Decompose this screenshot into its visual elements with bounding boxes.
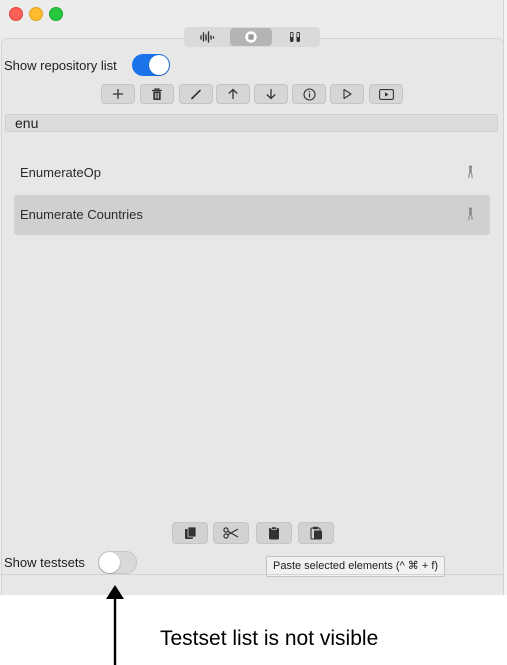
test-tubes-icon: [290, 32, 300, 42]
show-testsets-toggle[interactable]: [98, 551, 137, 574]
trash-icon: [152, 87, 162, 100]
show-testsets-label: Show testsets: [4, 555, 85, 570]
tab-waveform[interactable]: [186, 28, 228, 46]
paste-special-icon: [309, 526, 322, 540]
present-button[interactable]: [369, 84, 403, 104]
toggle-knob: [149, 55, 169, 75]
move-up-button[interactable]: [216, 84, 250, 104]
database-icon: [245, 31, 257, 43]
tab-tests[interactable]: [274, 28, 316, 46]
paste-button[interactable]: [256, 522, 292, 544]
close-window-button[interactable]: [9, 7, 23, 21]
add-button[interactable]: [101, 84, 135, 104]
copy-icon: [184, 526, 196, 539]
footer-divider: [0, 574, 503, 575]
list-item[interactable]: EnumerateOp: [14, 153, 490, 193]
toggle-knob: [99, 552, 120, 573]
minimize-window-button[interactable]: [29, 7, 43, 21]
show-repository-toggle[interactable]: [132, 54, 170, 76]
show-repository-label: Show repository list: [4, 58, 117, 73]
zoom-window-button[interactable]: [49, 7, 63, 21]
pencil-icon: [191, 89, 201, 100]
list-item-selected[interactable]: Enumerate Countries: [14, 195, 490, 235]
edit-button[interactable]: [179, 84, 213, 104]
info-button[interactable]: [292, 84, 326, 104]
delete-button[interactable]: [140, 84, 174, 104]
drag-handle-icon[interactable]: [467, 165, 474, 179]
paste-special-button[interactable]: [298, 522, 334, 544]
waveform-icon: [200, 31, 215, 43]
move-down-button[interactable]: [254, 84, 288, 104]
repository-search-input[interactable]: [5, 114, 498, 132]
cut-button[interactable]: [213, 522, 249, 544]
info-icon: [302, 87, 316, 101]
list-item-label: Enumerate Countries: [20, 207, 143, 222]
view-segmented-control: [184, 27, 320, 47]
arrow-up-icon: [228, 88, 238, 99]
scissors-icon: [223, 527, 239, 539]
app-window: Show repository list EnumerateOp: [0, 0, 504, 595]
paste-icon: [269, 526, 279, 540]
list-item-label: EnumerateOp: [20, 165, 101, 180]
play-rectangle-icon: [378, 88, 394, 100]
play-icon: [343, 88, 352, 100]
annotation-arrow-icon: [106, 585, 124, 665]
plus-icon: [113, 89, 123, 99]
copy-button[interactable]: [172, 522, 208, 544]
run-button[interactable]: [330, 84, 364, 104]
annotation-caption: Testset list is not visible: [160, 627, 379, 650]
footer-clipped-text: [220, 585, 266, 595]
tab-repository[interactable]: [230, 28, 272, 46]
drag-handle-icon[interactable]: [467, 207, 474, 221]
arrow-down-icon: [266, 89, 276, 100]
